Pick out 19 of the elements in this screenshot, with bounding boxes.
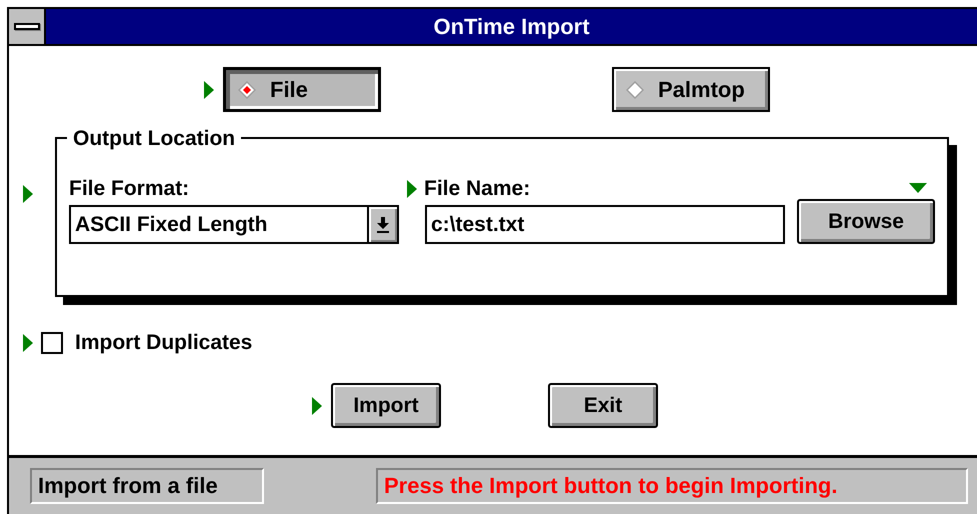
file-format-dropdown[interactable]: ASCII Fixed Length xyxy=(69,205,399,244)
source-option-button[interactable]: Palmtop xyxy=(612,67,770,112)
window-title: OnTime Import xyxy=(432,12,591,41)
action-button[interactable]: Exit xyxy=(548,383,658,428)
dropdown-arrow-icon xyxy=(376,216,390,232)
diamond-icon xyxy=(238,80,256,98)
system-menu-button[interactable] xyxy=(9,9,46,44)
group-title: Output Location xyxy=(67,129,242,149)
browse-button[interactable]: Browse xyxy=(797,199,935,244)
status-message: Press the Import button to begin Importing. xyxy=(376,468,968,504)
action-button[interactable]: Import xyxy=(331,383,441,428)
checkbox-label: Import Duplicates xyxy=(75,331,252,355)
field-label: File Name: xyxy=(424,177,530,201)
status-mode: Import from a file xyxy=(30,468,264,504)
diamond-icon xyxy=(626,80,644,98)
source-option-button[interactable]: File xyxy=(223,67,381,112)
checkbox[interactable] xyxy=(41,332,63,354)
field-label: File Format: xyxy=(69,177,190,201)
file-name-input[interactable]: c:\test.txt xyxy=(425,205,785,244)
